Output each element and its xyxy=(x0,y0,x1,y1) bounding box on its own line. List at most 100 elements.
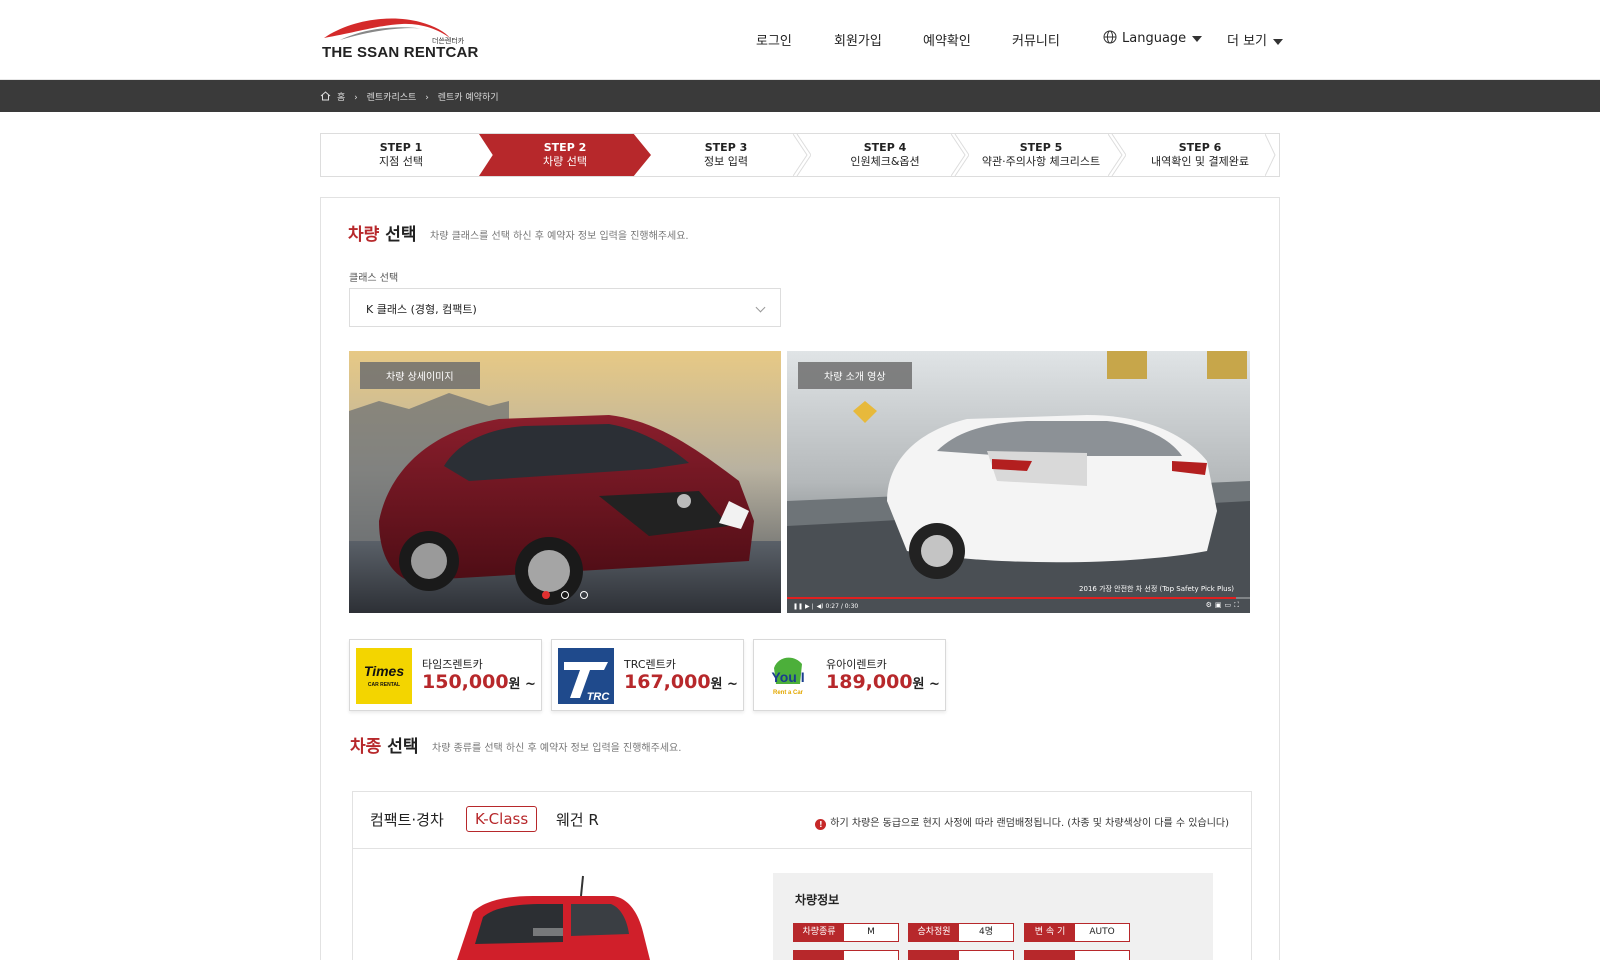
step-4: STEP 4 인원체크&옵션 xyxy=(806,134,964,176)
detail-image-tag: 차량 상세이미지 xyxy=(360,362,480,389)
company-name: 유아이렌트카 xyxy=(826,658,887,671)
step-1: STEP 1 지점 선택 xyxy=(321,134,481,176)
logo[interactable]: 더쓴렌터카 THE SSAN RENTCAR xyxy=(320,14,478,64)
breadcrumb-home[interactable]: 홈 xyxy=(337,93,345,103)
globe-icon xyxy=(1103,30,1117,44)
car-photo-sedan xyxy=(349,351,781,613)
model-section-title: 차종 선택 xyxy=(350,732,418,757)
title-rest: 선택 xyxy=(381,737,419,757)
volume-icon[interactable]: ◀) xyxy=(817,603,824,610)
header: 더쓴렌터카 THE SSAN RENTCAR 로그인 회원가입 예약확인 커뮤니… xyxy=(0,0,1600,80)
company-name: TRC렌트카 xyxy=(624,658,676,671)
title-highlight: 차량 xyxy=(348,225,380,245)
car-info-box: 차량정보 차량종류 M 승차정원 4명 변 속 기 AUTO xyxy=(773,873,1213,960)
step-number: STEP 3 xyxy=(704,141,748,154)
spec-key: 승차정원 xyxy=(909,924,959,941)
car-detail-image-slider[interactable]: 차량 상세이미지 xyxy=(349,351,781,613)
video-frame xyxy=(787,351,1250,613)
video-tag: 차량 소개 영상 xyxy=(798,362,912,389)
language-dropdown[interactable]: Language xyxy=(1103,30,1203,46)
model-section-desc: 차량 종류를 선택 하신 후 예약자 정보 입력을 진행해주세요. xyxy=(432,743,682,754)
car-photo-wagon xyxy=(457,875,650,960)
nav-reservation-check[interactable]: 예약확인 xyxy=(923,30,971,49)
breadcrumb-sep: › xyxy=(425,93,429,103)
step-label: 인원체크&옵션 xyxy=(850,155,920,168)
model-name: 웨건 R xyxy=(556,811,599,829)
company-price: 189,000원 ~ xyxy=(826,671,940,693)
alert-icon: ! xyxy=(815,819,827,830)
settings-icon[interactable]: ⚙ xyxy=(1206,601,1215,609)
more-dropdown[interactable]: 더 보기 xyxy=(1227,30,1284,49)
vehicle-section-desc: 차량 클래스를 선택 하신 후 예약자 정보 입력을 진행해주세요. xyxy=(430,231,689,242)
spec-car-type: 차량종류 M xyxy=(793,923,899,942)
brand-name: THE SSAN RENTCAR xyxy=(322,44,479,61)
company-card-trc[interactable]: TRC TRC렌트카 167,000원 ~ xyxy=(551,639,744,711)
step-2-active: STEP 2 차량 선택 xyxy=(479,134,651,176)
class-select-label: 클래스 선택 xyxy=(349,273,399,284)
spec-row-2-cut xyxy=(1024,950,1130,960)
spec-value: M xyxy=(867,927,875,937)
video-caption: 2016 가장 안전한 차 선정 (Top Safety Pick Plus) xyxy=(1079,585,1234,593)
trc-logo-icon: TRC xyxy=(558,648,614,704)
step-divider-icon xyxy=(1265,134,1276,176)
car-model-panel: 컴팩트·경차 K-Class 웨건 R ! 하기 차량은 동급으로 현지 사정에 … xyxy=(352,791,1252,960)
company-card-times[interactable]: Times CAR RENTAL 타임즈렌트카 150,000원 ~ xyxy=(349,639,542,711)
slider-dots xyxy=(349,584,781,603)
nav-signup[interactable]: 회원가입 xyxy=(834,30,882,49)
more-label: 더 보기 xyxy=(1227,34,1268,49)
vehicle-selection-panel: 차량 선택 차량 클래스를 선택 하신 후 예약자 정보 입력을 진행해주세요.… xyxy=(320,197,1280,960)
caret-down-icon xyxy=(1192,35,1203,42)
next-icon[interactable]: ▶❘ xyxy=(805,603,815,610)
step-number: STEP 5 xyxy=(1019,141,1063,154)
chevron-down-icon xyxy=(755,302,766,313)
home-icon[interactable] xyxy=(320,91,331,101)
video-progress[interactable] xyxy=(787,597,1250,599)
spec-row-2-cut xyxy=(793,950,899,960)
svg-text:Rent a Car: Rent a Car xyxy=(773,690,804,696)
category-label: 컴팩트·경차 xyxy=(370,811,444,829)
breadcrumb-list[interactable]: 렌트카리스트 xyxy=(367,93,417,103)
company-card-youi[interactable]: You I Rent a Car 유아이렌트카 189,000원 ~ xyxy=(753,639,946,711)
spec-value: AUTO xyxy=(1089,927,1115,937)
title-highlight: 차종 xyxy=(350,737,382,757)
step-label: 정보 입력 xyxy=(704,155,748,168)
pause-icon[interactable]: ❚❚ xyxy=(793,603,803,610)
times-logo-icon: Times CAR RENTAL xyxy=(356,648,412,704)
page: 더쓴렌터카 THE SSAN RENTCAR 로그인 회원가입 예약확인 커뮤니… xyxy=(0,0,1600,960)
spec-row-2-cut xyxy=(908,950,1014,960)
breadcrumb-bar: 홈 › 렌트카리스트 › 렌트카 예약하기 xyxy=(0,80,1600,112)
company-price: 167,000원 ~ xyxy=(624,671,738,693)
step-number: STEP 6 xyxy=(1178,141,1222,154)
class-select[interactable]: K 클래스 (경형, 컴팩트) xyxy=(349,288,781,327)
caret-down-icon xyxy=(1273,38,1284,45)
step-label: 차량 선택 xyxy=(543,155,587,168)
language-label: Language xyxy=(1122,31,1187,46)
step-label: 지점 선택 xyxy=(379,155,423,168)
video-controls-left[interactable]: ❚❚ ▶❘ ◀) 0:27 / 0:30 xyxy=(793,603,858,610)
car-info-title: 차량정보 xyxy=(795,893,840,907)
svg-text:Times: Times xyxy=(364,663,404,679)
class-select-value: K 클래스 (경형, 컴팩트) xyxy=(366,303,477,316)
vehicle-section-title: 차량 선택 xyxy=(348,220,416,245)
nav-login[interactable]: 로그인 xyxy=(756,30,792,49)
nav-community[interactable]: 커뮤니티 xyxy=(1012,30,1060,49)
fullscreen-icon[interactable]: ⛶ xyxy=(1234,601,1242,609)
step-label: 약관·주의사항 체크리스트 xyxy=(981,155,1101,168)
car-intro-video[interactable]: 차량 소개 영상 2016 가장 안전한 차 선정 (Top Safety Pi… xyxy=(787,351,1250,613)
company-name: 타임즈렌트카 xyxy=(422,658,483,671)
class-tab-active[interactable]: K-Class xyxy=(466,806,538,832)
svg-text:You I: You I xyxy=(771,669,804,685)
step-number: STEP 1 xyxy=(379,141,423,154)
theater-icon[interactable]: ▭ xyxy=(1224,601,1234,609)
video-controls-right[interactable]: ⚙▣▭⛶ xyxy=(1206,601,1242,610)
slider-dot-3[interactable] xyxy=(580,591,589,599)
slider-dot-1[interactable] xyxy=(541,591,550,599)
spec-capacity: 승차정원 4명 xyxy=(908,923,1014,942)
slider-dot-2[interactable] xyxy=(561,591,569,599)
step-label: 내역확인 및 결제완료 xyxy=(1150,155,1250,168)
step-3: STEP 3 정보 입력 xyxy=(651,134,801,176)
spec-value: 4명 xyxy=(978,927,993,937)
svg-text:CAR RENTAL: CAR RENTAL xyxy=(368,682,400,688)
svg-text:TRC: TRC xyxy=(587,691,611,703)
spec-key: 변 속 기 xyxy=(1025,924,1075,941)
